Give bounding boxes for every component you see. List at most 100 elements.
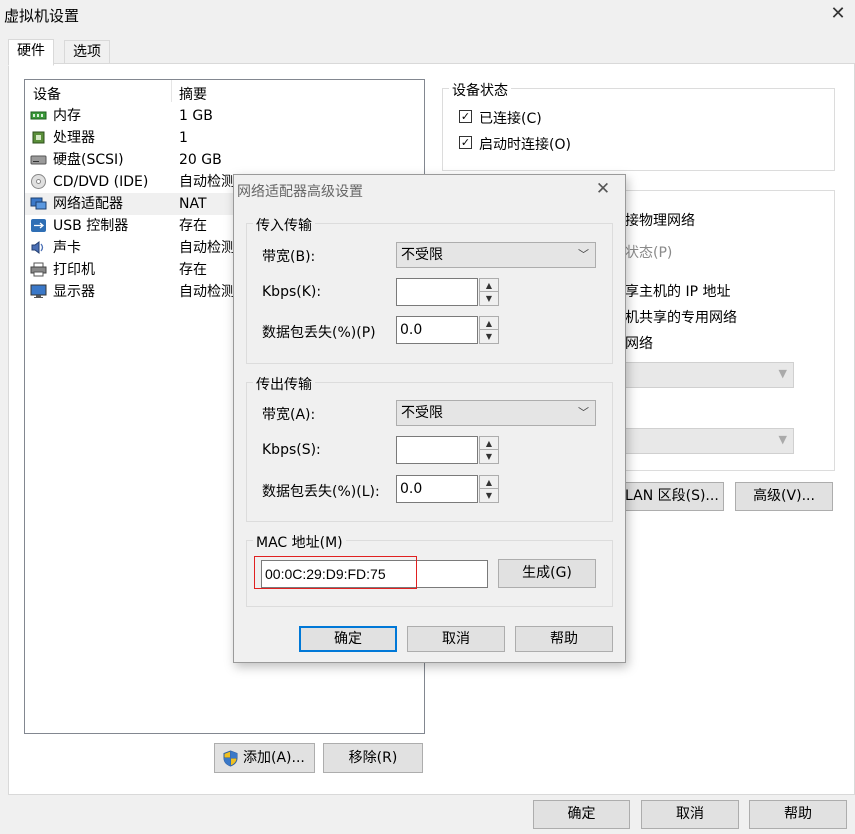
chevron-down-icon: ▼ <box>778 367 787 380</box>
incoming-loss-label: 数据包丢失(%)(P) <box>262 325 376 341</box>
column-divider <box>171 80 172 102</box>
harddisk-icon <box>30 155 47 165</box>
incoming-bandwidth-select[interactable]: 不受限 ﹀ <box>396 242 596 268</box>
help-button[interactable]: 帮助 <box>749 800 847 829</box>
ok-button[interactable]: 确定 <box>533 800 630 829</box>
custom-option-label: 网络 <box>625 336 653 352</box>
chevron-down-icon: ▼ <box>778 433 787 446</box>
incoming-loss-input[interactable]: 0.0 <box>396 316 478 344</box>
device-name: 硬盘(SCSI) <box>53 152 124 168</box>
device-summary: NAT <box>179 196 207 212</box>
device-summary: 存在 <box>179 218 207 234</box>
nat-option-label: 享主机的 IP 地址 <box>625 284 731 300</box>
outgoing-transfer-title: 传出传输 <box>253 374 315 394</box>
device-summary: 存在 <box>179 262 207 278</box>
incoming-kbps-input[interactable] <box>396 278 478 306</box>
device-status-group <box>442 88 835 171</box>
window-title: 虚拟机设置 <box>4 7 80 25</box>
memory-icon <box>30 111 47 120</box>
advanced-button[interactable]: 高级(V)... <box>735 482 833 511</box>
incoming-kbps-label: Kbps(K): <box>262 284 322 300</box>
device-name: 网络适配器 <box>53 196 123 212</box>
device-summary: 1 GB <box>179 108 213 124</box>
connect-on-start-checkbox[interactable]: ✓ <box>459 136 472 149</box>
device-name: 打印机 <box>53 262 95 278</box>
replicate-state-label: 状态(P) <box>625 245 673 261</box>
device-summary: 自动检测 <box>179 174 235 190</box>
incoming-kbps-spinner[interactable]: ▲ ▼ <box>479 278 499 306</box>
lan-segments-button[interactable]: LAN 区段(S)... <box>610 482 724 511</box>
device-name: 处理器 <box>53 130 95 146</box>
device-summary: 20 GB <box>179 152 222 168</box>
chevron-down-icon: ﹀ <box>578 406 589 419</box>
close-icon[interactable]: ✕ <box>828 4 848 24</box>
tab-hardware[interactable]: 硬件 <box>8 39 54 66</box>
device-name: 显示器 <box>53 284 95 300</box>
remove-device-button[interactable]: 移除(R) <box>323 743 423 773</box>
mac-address-title: MAC 地址(M) <box>253 532 346 552</box>
device-summary: 1 <box>179 130 188 146</box>
network-icon <box>30 197 47 210</box>
incoming-loss-spinner[interactable]: ▲ ▼ <box>479 316 499 344</box>
device-row-memory[interactable]: 内存 1 GB <box>25 105 423 127</box>
spin-down-icon[interactable]: ▼ <box>480 450 498 463</box>
tab-options[interactable]: 选项 <box>64 40 110 65</box>
dialog-title: 网络适配器高级设置 <box>237 184 363 200</box>
bridged-option-label: 接物理网络 <box>625 213 695 229</box>
monitor-icon <box>30 284 47 298</box>
spin-down-icon[interactable]: ▼ <box>480 292 498 305</box>
outgoing-bandwidth-label: 带宽(A): <box>262 407 316 423</box>
device-status-title: 设备状态 <box>449 80 511 100</box>
device-summary: 自动检测 <box>179 284 235 300</box>
device-row-processor[interactable]: 处理器 1 <box>25 127 423 149</box>
outgoing-kbps-spinner[interactable]: ▲ ▼ <box>479 436 499 464</box>
printer-icon <box>30 262 47 277</box>
incoming-bandwidth-value: 不受限 <box>401 247 443 263</box>
outgoing-bandwidth-value: 不受限 <box>401 405 443 421</box>
add-device-button[interactable]: 添加(A)... <box>214 743 315 773</box>
connect-on-start-label: 启动时连接(O) <box>479 137 571 153</box>
outgoing-loss-label: 数据包丢失(%)(L): <box>262 484 380 500</box>
outgoing-bandwidth-select[interactable]: 不受限 ﹀ <box>396 400 596 426</box>
spin-down-icon[interactable]: ▼ <box>480 489 498 502</box>
usb-icon <box>31 219 46 232</box>
hostonly-option-label: 机共享的专用网络 <box>625 310 737 326</box>
incoming-transfer-title: 传入传输 <box>253 215 315 235</box>
dialog-close-icon[interactable]: ✕ <box>592 178 614 200</box>
custom-network-select: ▼ <box>615 362 794 388</box>
device-name: 内存 <box>53 108 81 124</box>
spin-up-icon[interactable]: ▲ <box>480 437 498 450</box>
spin-down-icon[interactable]: ▼ <box>480 330 498 343</box>
shield-icon <box>223 750 238 767</box>
outgoing-loss-spinner[interactable]: ▲ ▼ <box>479 475 499 503</box>
column-header-device[interactable]: 设备 <box>33 84 61 104</box>
outgoing-kbps-input[interactable] <box>396 436 478 464</box>
incoming-bandwidth-label: 带宽(B): <box>262 249 316 265</box>
spin-up-icon[interactable]: ▲ <box>480 476 498 489</box>
device-row-harddisk[interactable]: 硬盘(SCSI) 20 GB <box>25 149 423 171</box>
advanced-settings-dialog: 网络适配器高级设置 ✕ 传入传输 带宽(B): 不受限 ﹀ Kbps(K): ▲… <box>233 174 626 663</box>
connected-label: 已连接(C) <box>479 111 542 127</box>
generate-mac-button[interactable]: 生成(G) <box>498 559 596 588</box>
column-header-summary[interactable]: 摘要 <box>179 84 207 104</box>
cpu-icon <box>32 131 45 144</box>
device-name: CD/DVD (IDE) <box>53 174 149 190</box>
cd-icon <box>31 174 46 189</box>
device-name: 声卡 <box>53 240 81 256</box>
add-device-label: 添加(A)... <box>243 750 305 766</box>
connected-checkbox[interactable]: ✓ <box>459 110 472 123</box>
spin-up-icon[interactable]: ▲ <box>480 317 498 330</box>
device-summary: 自动检测 <box>179 240 235 256</box>
spin-up-icon[interactable]: ▲ <box>480 279 498 292</box>
outgoing-loss-input[interactable]: 0.0 <box>396 475 478 503</box>
device-name: USB 控制器 <box>53 218 129 234</box>
lan-segment-select: ▼ <box>615 428 794 454</box>
sound-icon <box>31 241 44 254</box>
mac-highlight-box <box>254 556 417 589</box>
cancel-button[interactable]: 取消 <box>641 800 739 829</box>
chevron-down-icon: ﹀ <box>578 248 589 261</box>
dialog-ok-button[interactable]: 确定 <box>299 626 397 652</box>
dialog-cancel-button[interactable]: 取消 <box>407 626 505 652</box>
dialog-help-button[interactable]: 帮助 <box>515 626 613 652</box>
outgoing-kbps-label: Kbps(S): <box>262 442 321 458</box>
